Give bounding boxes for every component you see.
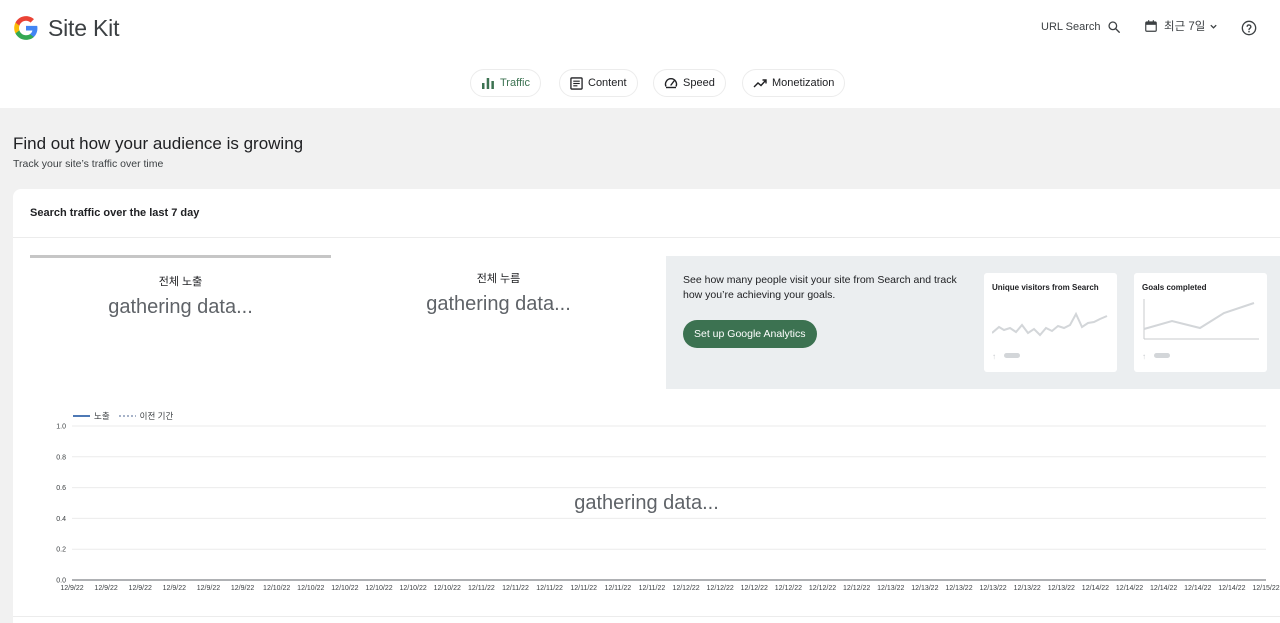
y-tick-label: 0.4 <box>56 516 66 523</box>
x-tick-label: 12/12/22 <box>775 585 802 592</box>
preview-title: Goals completed <box>1142 283 1207 292</box>
date-range-selector[interactable]: 최근 7일 <box>1144 18 1218 34</box>
x-tick-label: 12/9/22 <box>231 585 254 592</box>
x-tick-label: 12/12/22 <box>741 585 768 592</box>
bar-chart-icon <box>482 78 494 89</box>
x-tick-label: 12/14/22 <box>1218 585 1245 592</box>
search-traffic-card: Search traffic over the last 7 day 전체 노출… <box>13 189 1280 623</box>
calendar-icon <box>1145 20 1157 32</box>
section-title: Find out how your audience is growing <box>13 134 304 153</box>
analytics-cta-panel: See how many people visit your site from… <box>666 256 1280 389</box>
y-tick-label: 0.0 <box>56 578 66 585</box>
x-tick-label: 12/13/22 <box>877 585 904 592</box>
x-tick-label: 12/12/22 <box>672 585 699 592</box>
x-tick-label: 12/11/22 <box>639 585 666 592</box>
x-tick-label: 12/11/22 <box>604 585 631 592</box>
x-tick-label: 12/15/22 <box>1252 585 1279 592</box>
x-tick-label: 12/13/22 <box>1048 585 1075 592</box>
date-range-label: 최근 7일 <box>1164 21 1206 33</box>
x-tick-label: 12/11/22 <box>536 585 563 592</box>
x-tick-label: 12/14/22 <box>1150 585 1177 592</box>
speedometer-icon <box>664 78 678 89</box>
divider <box>13 237 1280 238</box>
preview-unique-visitors: Unique visitors from Search ↑ <box>984 273 1117 372</box>
x-tick-label: 12/12/22 <box>809 585 836 592</box>
x-tick-label: 12/9/22 <box>94 585 117 592</box>
trending-up-icon <box>753 79 767 88</box>
metric-value: gathering data... <box>108 296 253 318</box>
chevron-down-icon <box>1210 24 1217 29</box>
card-title: Search traffic over the last 7 day <box>30 207 200 219</box>
svg-text:↑: ↑ <box>992 352 996 361</box>
y-tick-label: 1.0 <box>56 424 66 431</box>
tab-traffic[interactable]: Traffic <box>470 69 541 97</box>
url-search-label: URL Search <box>1041 21 1101 33</box>
x-tick-label: 12/13/22 <box>911 585 938 592</box>
x-tick-label: 12/14/22 <box>1082 585 1109 592</box>
tab-content[interactable]: Content <box>559 69 638 97</box>
x-tick-label: 12/12/22 <box>843 585 870 592</box>
metric-value: gathering data... <box>426 293 571 315</box>
preview-title: Unique visitors from Search <box>992 283 1099 292</box>
cta-text: See how many people visit your site from… <box>683 274 957 301</box>
x-tick-label: 12/10/22 <box>434 585 461 592</box>
tab-label: Content <box>588 77 627 89</box>
x-tick-label: 12/13/22 <box>979 585 1006 592</box>
x-tick-label: 12/10/22 <box>331 585 358 592</box>
x-tick-label: 12/13/22 <box>1014 585 1041 592</box>
svg-text:↑: ↑ <box>1142 352 1146 361</box>
x-tick-label: 12/10/22 <box>263 585 290 592</box>
x-tick-label: 12/11/22 <box>570 585 597 592</box>
x-tick-label: 12/10/22 <box>365 585 392 592</box>
y-tick-label: 0.8 <box>56 454 66 461</box>
x-tick-label: 12/14/22 <box>1184 585 1211 592</box>
help-icon <box>1241 20 1257 36</box>
site-kit-logo[interactable]: Site Kit <box>13 14 119 42</box>
tab-label: Monetization <box>772 77 835 89</box>
x-tick-label: 12/11/22 <box>502 585 529 592</box>
preview-goals-completed: Goals completed ↑ <box>1134 273 1267 372</box>
search-icon <box>1107 21 1120 33</box>
help-button[interactable] <box>1241 20 1257 41</box>
tab-speed[interactable]: Speed <box>653 69 726 97</box>
brand-name: Site Kit <box>48 14 120 41</box>
x-tick-label: 12/12/22 <box>707 585 734 592</box>
metric-total-impressions[interactable]: 전체 노출 gathering data... <box>30 255 331 345</box>
section-subtitle: Track your site’s traffic over time <box>13 158 164 170</box>
preview-sparkline: ↑ <box>992 311 1108 361</box>
y-tick-label: 0.2 <box>56 547 66 554</box>
x-tick-label: 12/13/22 <box>945 585 972 592</box>
url-search-button[interactable]: URL Search <box>1041 20 1121 34</box>
tab-label: Traffic <box>500 77 530 89</box>
dashboard-tabs: Traffic Content Speed Monetization <box>0 69 1280 97</box>
metric-label: 전체 노출 <box>158 276 203 288</box>
x-tick-label: 12/10/22 <box>297 585 324 592</box>
x-tick-label: 12/10/22 <box>400 585 427 592</box>
metric-label: 전체 누름 <box>476 273 521 285</box>
legend-swatch <box>73 415 90 417</box>
preview-sparkline: ↑ <box>1142 299 1259 361</box>
x-tick-label: 12/9/22 <box>60 585 83 592</box>
x-tick-label: 12/11/22 <box>468 585 495 592</box>
x-tick-label: 12/9/22 <box>163 585 186 592</box>
x-tick-label: 12/9/22 <box>129 585 152 592</box>
x-tick-label: 12/14/22 <box>1116 585 1143 592</box>
x-tick-label: 12/9/22 <box>197 585 220 592</box>
app-header: Site Kit URL Search 최근 7일 Traffic Conten… <box>0 0 1280 108</box>
tab-monetization[interactable]: Monetization <box>742 69 846 97</box>
setup-analytics-button[interactable]: Set up Google Analytics <box>683 320 817 348</box>
article-icon <box>570 76 583 90</box>
chart-status: gathering data... <box>574 492 719 514</box>
divider <box>13 616 1280 617</box>
google-g-icon <box>14 16 38 40</box>
metric-total-clicks[interactable]: 전체 누름 gathering data... <box>348 255 649 345</box>
legend-swatch <box>118 415 136 417</box>
tab-label: Speed <box>683 77 715 89</box>
